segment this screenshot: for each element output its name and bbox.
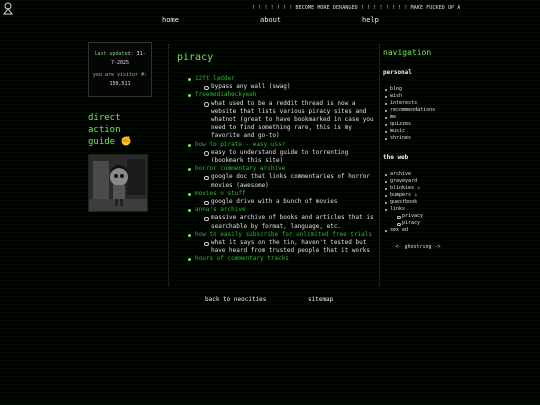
- marquee-banner: ! ! ! ! ! ! ! BECOME MORE DERANGED ! ! !…: [252, 5, 461, 11]
- list-item-description: bypass any wall (swag): [204, 83, 379, 91]
- web-nav-list: archive graveyard blinkies ⚠ bumpers ⚠ g…: [383, 171, 453, 234]
- visitor-count: 150,511: [109, 81, 131, 87]
- doll-figure-icon: [89, 155, 147, 211]
- personal-heading: personal: [383, 69, 412, 76]
- sidebar-item-wish[interactable]: wish: [385, 93, 453, 100]
- link-annas-archive[interactable]: anna's archive: [195, 206, 246, 213]
- list-item: horror commentary archive google doc tha…: [188, 165, 379, 190]
- list-item-description: easy to understand guide to torrenting (…: [204, 149, 379, 165]
- list-item: movies n stuff google drive with a bunch…: [188, 190, 379, 206]
- sidebar-item-graveyard[interactable]: graveyard: [385, 178, 453, 185]
- list-item: how to easily subscribe for unlimited fr…: [188, 231, 379, 256]
- top-navigation: home about help: [0, 16, 540, 30]
- sitemap-link[interactable]: sitemap: [308, 296, 333, 303]
- page-title: piracy: [177, 52, 214, 63]
- sidebar-item-shrines[interactable]: shrines: [385, 135, 453, 142]
- link-freemediaheckyeah[interactable]: freemediaheckyeah: [195, 91, 256, 98]
- link-movies-n-stuff[interactable]: movies n stuff: [195, 190, 246, 197]
- list-item-description: what it says on the tin, haven't tested …: [204, 239, 379, 255]
- sidebar-item-quizzes[interactable]: quizzes: [385, 121, 453, 128]
- links-sub-list: privacy piracy: [390, 213, 453, 227]
- nav-help-link[interactable]: help: [362, 16, 379, 24]
- sidebar-item-blinkies[interactable]: blinkies ⚠: [385, 185, 453, 192]
- nav-about-link[interactable]: about: [260, 16, 281, 24]
- the-web-heading: the web: [383, 154, 409, 161]
- link-horror-commentary-archive[interactable]: horror commentary archive: [195, 165, 285, 172]
- update-counter-box: last updated: 31-7-2025 you are visitor …: [88, 42, 152, 97]
- list-item: how to pirate - easy ussr easy to unders…: [188, 141, 379, 166]
- nav-home-link[interactable]: home: [162, 16, 179, 24]
- link-commentary-tracks[interactable]: hours of commentary tracks: [195, 255, 289, 262]
- right-sidebar: navigation personal blog wish interests …: [383, 48, 453, 250]
- list-item: anna's archive massive archive of books …: [188, 206, 379, 231]
- sidebar-item-links-label: links: [390, 206, 406, 212]
- sidebar-item-links[interactable]: links privacy piracy: [385, 206, 453, 227]
- main-content: piracy 12ft ladder bypass any wall (swag…: [168, 44, 380, 286]
- link-how-to-pirate[interactable]: how to pirate - easy ussr: [195, 141, 285, 148]
- sidebar-item-sex-ed[interactable]: sex ed: [385, 227, 453, 234]
- sidebar-item-guestbook[interactable]: guestbook: [385, 199, 453, 206]
- direct-action-guide-image[interactable]: [88, 154, 148, 212]
- last-updated-label: last updated:: [94, 51, 134, 57]
- sidebar-item-me[interactable]: me: [385, 114, 453, 121]
- site-logo-icon[interactable]: [2, 2, 14, 15]
- sidebar-item-privacy[interactable]: privacy: [397, 213, 453, 220]
- sidebar-item-recommendations[interactable]: recommendations: [385, 107, 453, 114]
- direct-action-guide-link[interactable]: direct action guide ✊: [88, 112, 152, 148]
- sidebar-item-piracy[interactable]: piracy: [397, 220, 453, 227]
- left-sidebar: last updated: 31-7-2025 you are visitor …: [88, 42, 152, 212]
- sidebar-item-archive[interactable]: archive: [385, 171, 453, 178]
- personal-nav-list: blog wish interests recommendations me q…: [383, 86, 453, 142]
- sidebar-item-music[interactable]: music: [385, 128, 453, 135]
- sidebar-item-interests[interactable]: interests: [385, 100, 453, 107]
- list-item-description: google doc that links commentaries of ho…: [204, 173, 379, 189]
- ghostring-webring-link[interactable]: <- ghostring ->: [383, 244, 453, 250]
- piracy-link-list: 12ft ladder bypass any wall (swag) freem…: [177, 75, 379, 264]
- back-to-neocities-link[interactable]: back to neocities: [205, 296, 266, 303]
- list-item-description: what used to be a reddit thread is now a…: [204, 100, 379, 141]
- list-item-description: google drive with a bunch of movies: [204, 198, 379, 206]
- sidebar-item-blog[interactable]: blog: [385, 86, 453, 93]
- list-item: 12ft ladder bypass any wall (swag): [188, 75, 379, 91]
- link-12ft-ladder[interactable]: 12ft ladder: [195, 75, 235, 82]
- sidebar-item-bumpers[interactable]: bumpers ⚠: [385, 192, 453, 199]
- visitor-label: you are visitor #:: [92, 72, 148, 78]
- navigation-heading: navigation: [383, 48, 432, 57]
- list-item: freemediaheckyeah what used to be a redd…: [188, 91, 379, 141]
- list-item: hours of commentary tracks: [188, 255, 379, 263]
- list-item-description: massive archive of books and articles th…: [204, 214, 379, 230]
- link-free-trials[interactable]: how to easily subscribe for unlimited fr…: [195, 231, 372, 238]
